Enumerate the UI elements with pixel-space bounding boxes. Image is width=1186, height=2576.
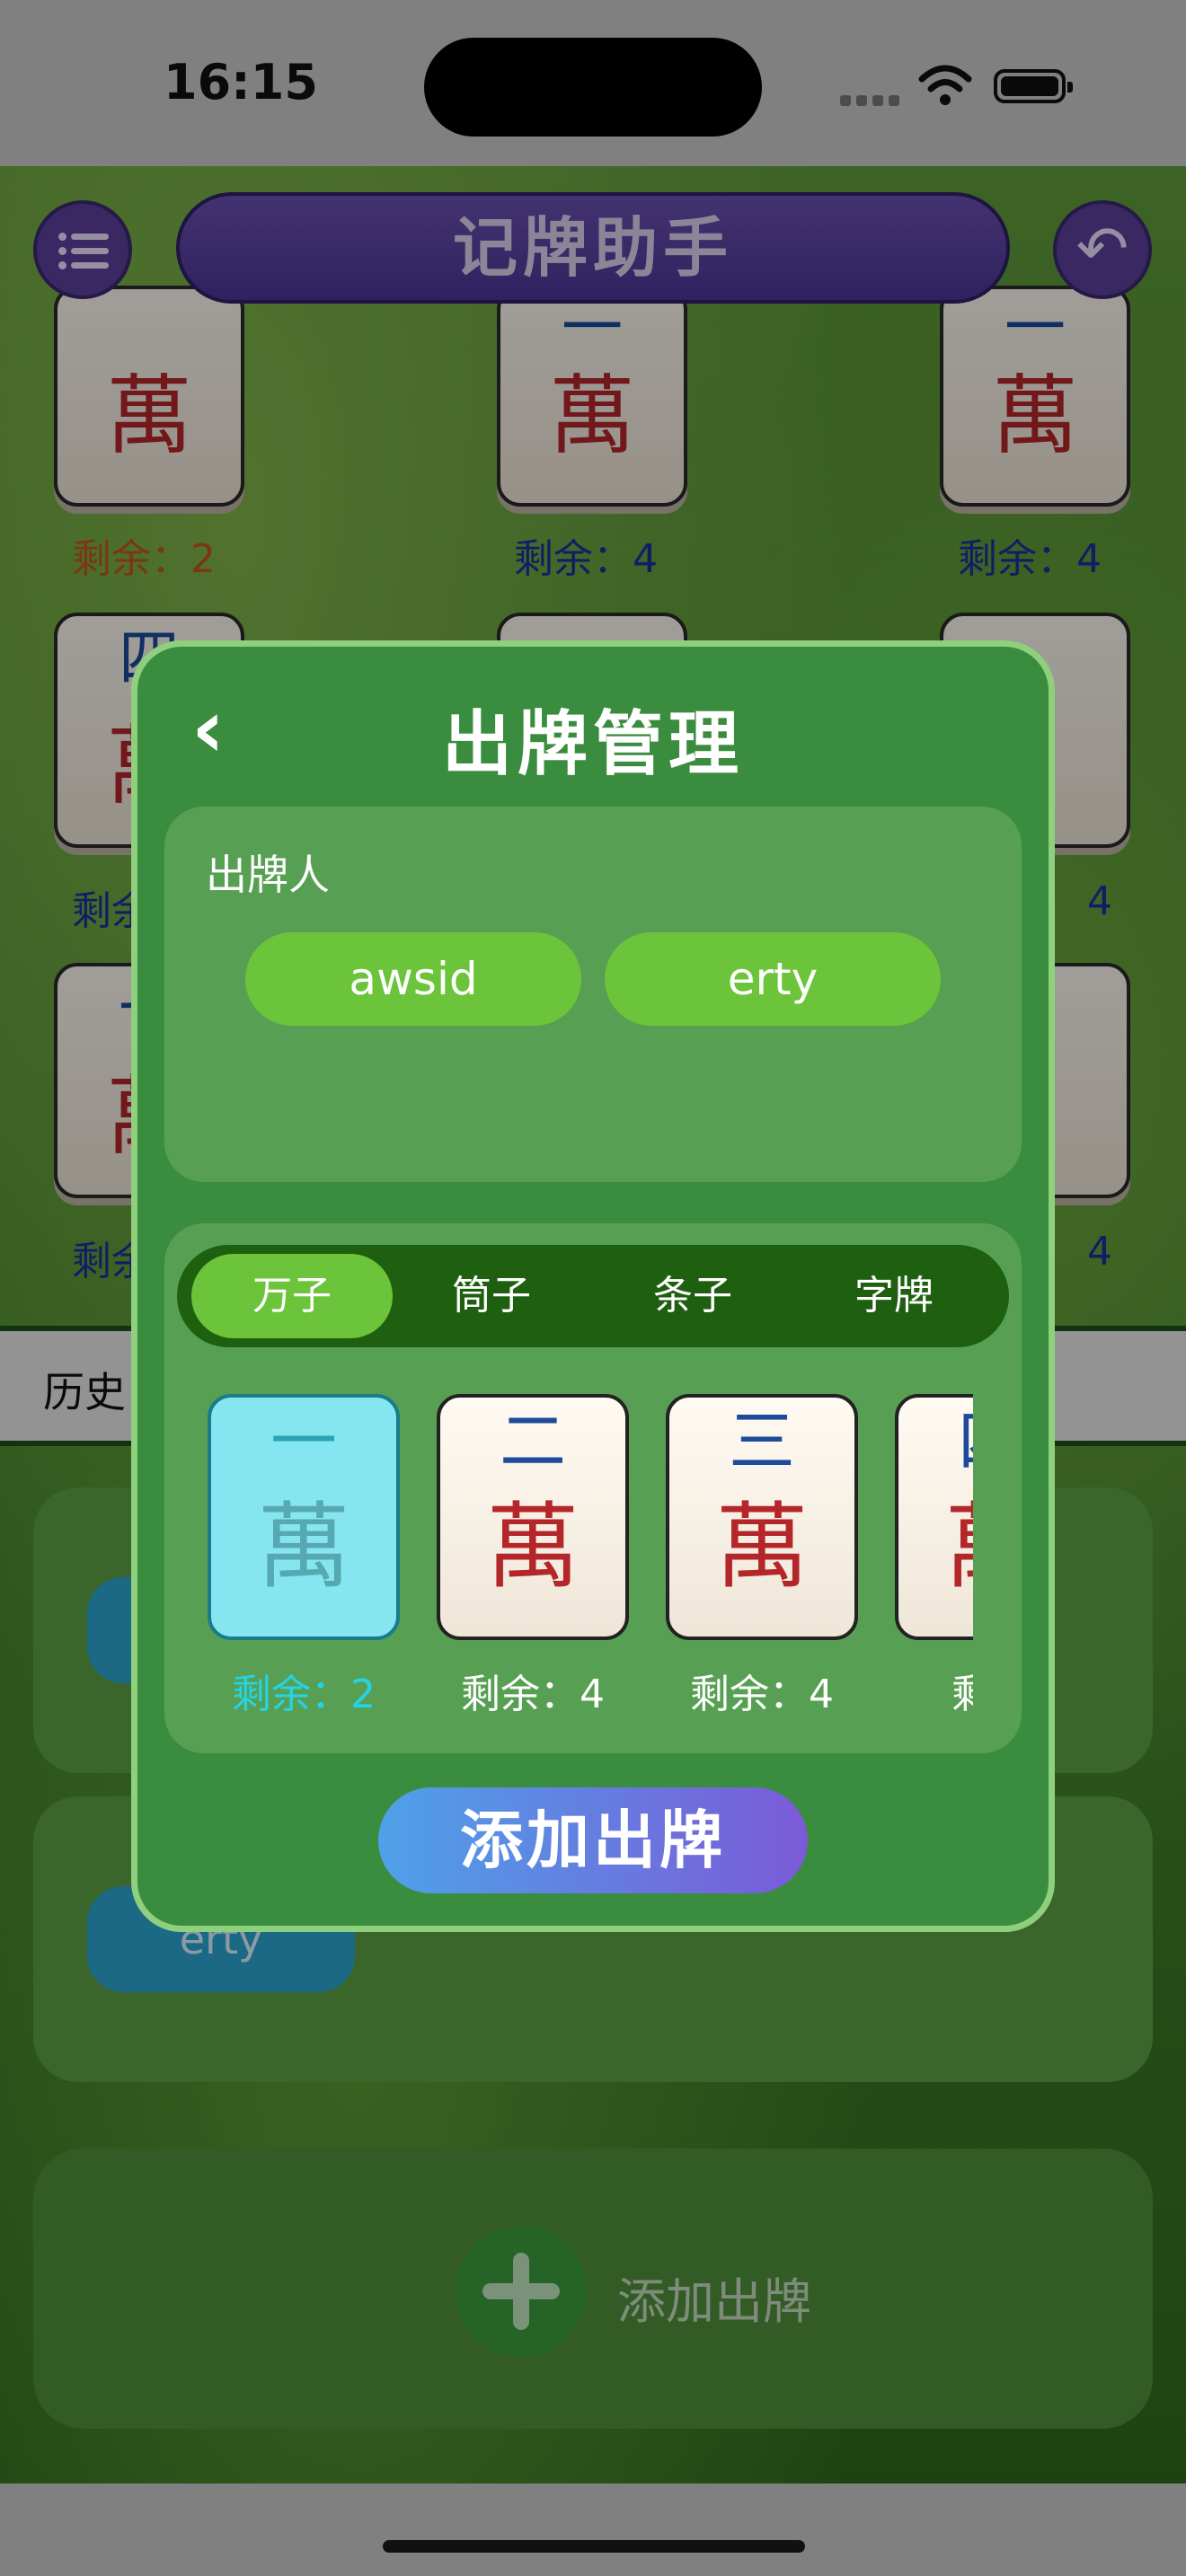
tab-tiaozi[interactable]: 条子 — [592, 1254, 793, 1338]
tile-option-4-wan[interactable]: 四 萬 — [895, 1394, 973, 1640]
suit-tabs: 万子 筒子 条子 字牌 — [177, 1245, 1009, 1347]
home-indicator[interactable] — [383, 2540, 805, 2553]
tile-remaining: 剩余：2 — [232, 1672, 376, 1717]
add-play-button[interactable]: 添加出牌 — [378, 1787, 808, 1893]
tab-wanzi[interactable]: 万子 — [191, 1254, 393, 1338]
player-option-erty[interactable]: erty — [605, 932, 941, 1026]
player-option-awsid[interactable]: awsid — [245, 932, 581, 1026]
tile-number: 三 — [729, 1403, 795, 1480]
tile-character: 萬 — [898, 1495, 973, 1599]
player-panel: 出牌人 awsid erty — [164, 807, 1022, 1182]
tile-remaining: 剩余：4 — [461, 1672, 605, 1717]
tile-remaining: 剩余：4 — [690, 1672, 834, 1717]
tile-character: 萬 — [256, 1492, 350, 1601]
tile-option-2-wan[interactable]: 二 萬 — [437, 1394, 629, 1640]
dialog-title: 出牌管理 — [441, 704, 744, 785]
tab-tongzi[interactable]: 筒子 — [391, 1254, 592, 1338]
tile-number: 四 — [898, 1403, 973, 1480]
tile-picker-panel: 万子 筒子 条子 字牌 一 萬 剩余：2 二 萬 剩余：4 三 萬 剩余：4 四 — [164, 1223, 1022, 1753]
tile-scroller[interactable]: 一 萬 剩余：2 二 萬 剩余：4 三 萬 剩余：4 四 萬 剩余 — [208, 1394, 973, 1717]
tile-number: 一 — [270, 1403, 337, 1480]
tab-zipai[interactable]: 字牌 — [793, 1254, 995, 1338]
play-management-dialog: ‹ 出牌管理 出牌人 awsid erty 万子 筒子 条子 字牌 一 萬 剩余… — [131, 640, 1055, 1932]
tile-remaining: 剩余 — [951, 1672, 973, 1717]
tile-character: 萬 — [714, 1492, 809, 1601]
tile-option-1-wan[interactable]: 一 萬 — [208, 1394, 400, 1640]
tile-option-3-wan[interactable]: 三 萬 — [666, 1394, 858, 1640]
tile-character: 萬 — [485, 1492, 580, 1601]
player-section-label: 出牌人 — [206, 851, 330, 899]
tile-number: 二 — [500, 1403, 566, 1480]
